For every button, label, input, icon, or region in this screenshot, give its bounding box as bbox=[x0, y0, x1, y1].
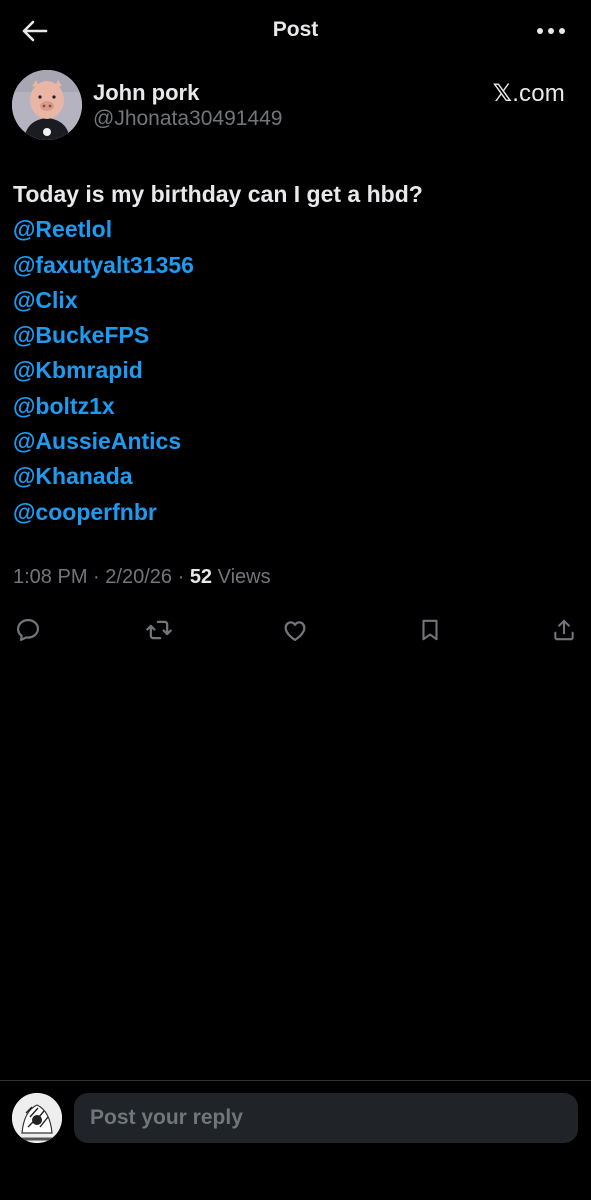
meta-separator: · bbox=[177, 566, 185, 588]
reply-icon bbox=[16, 618, 40, 642]
mention-link[interactable]: @Khanada bbox=[13, 459, 578, 494]
page-title: Post bbox=[272, 18, 319, 41]
current-user-avatar[interactable] bbox=[12, 1093, 62, 1143]
repost-icon bbox=[146, 620, 172, 640]
bookmark-button[interactable] bbox=[414, 612, 446, 648]
mention-link[interactable]: @faxutyalt31356 bbox=[13, 248, 578, 283]
meta-separator: · bbox=[93, 566, 100, 588]
share-button[interactable] bbox=[548, 612, 580, 648]
share-icon bbox=[554, 619, 574, 641]
x-logo-icon: 𝕏 bbox=[492, 79, 513, 107]
post-time[interactable]: 1:08 PM bbox=[13, 566, 87, 588]
like-button[interactable] bbox=[279, 612, 311, 648]
mention-link[interactable]: @Reetlol bbox=[13, 212, 578, 247]
views-label: Views bbox=[217, 566, 271, 588]
author-avatar[interactable] bbox=[12, 70, 82, 140]
post-actions bbox=[12, 612, 580, 648]
post-text: Today is my birthday can I get a hbd? bbox=[13, 181, 423, 207]
post-meta: 1:08 PM · 2/20/26 · 52 Views bbox=[13, 566, 271, 589]
author-handle[interactable]: @Jhonata30491449 bbox=[93, 107, 282, 131]
post-author: John pork @Jhonata30491449 𝕏.com bbox=[12, 70, 579, 142]
mention-link[interactable]: @Clix bbox=[13, 283, 578, 318]
like-icon bbox=[284, 621, 306, 642]
reply-button[interactable] bbox=[12, 612, 44, 648]
more-horizontal-icon bbox=[537, 28, 565, 34]
source-label: 𝕏.com bbox=[493, 79, 565, 108]
avatar-image bbox=[12, 70, 82, 140]
views-count: 52 bbox=[189, 566, 213, 588]
more-options-button[interactable] bbox=[531, 16, 571, 46]
post-date[interactable]: 2/20/26 bbox=[105, 566, 172, 588]
author-display-name[interactable]: John pork bbox=[93, 80, 199, 106]
reply-input[interactable] bbox=[74, 1093, 578, 1143]
reply-bar bbox=[0, 1080, 591, 1200]
bookmark-icon bbox=[422, 619, 438, 641]
mention-link[interactable]: @boltz1x bbox=[13, 389, 578, 424]
mention-link[interactable]: @cooperfnbr bbox=[13, 495, 578, 530]
user-avatar-image bbox=[12, 1093, 62, 1143]
mention-link[interactable]: @BuckeFPS bbox=[13, 318, 578, 353]
top-bar: Post bbox=[0, 0, 591, 62]
mention-link[interactable]: @AussieAntics bbox=[13, 424, 578, 459]
repost-button[interactable] bbox=[143, 612, 175, 648]
post-body: Today is my birthday can I get a hbd? @R… bbox=[13, 177, 578, 530]
source-suffix: .com bbox=[512, 80, 565, 107]
mention-link[interactable]: @Kbmrapid bbox=[13, 353, 578, 388]
